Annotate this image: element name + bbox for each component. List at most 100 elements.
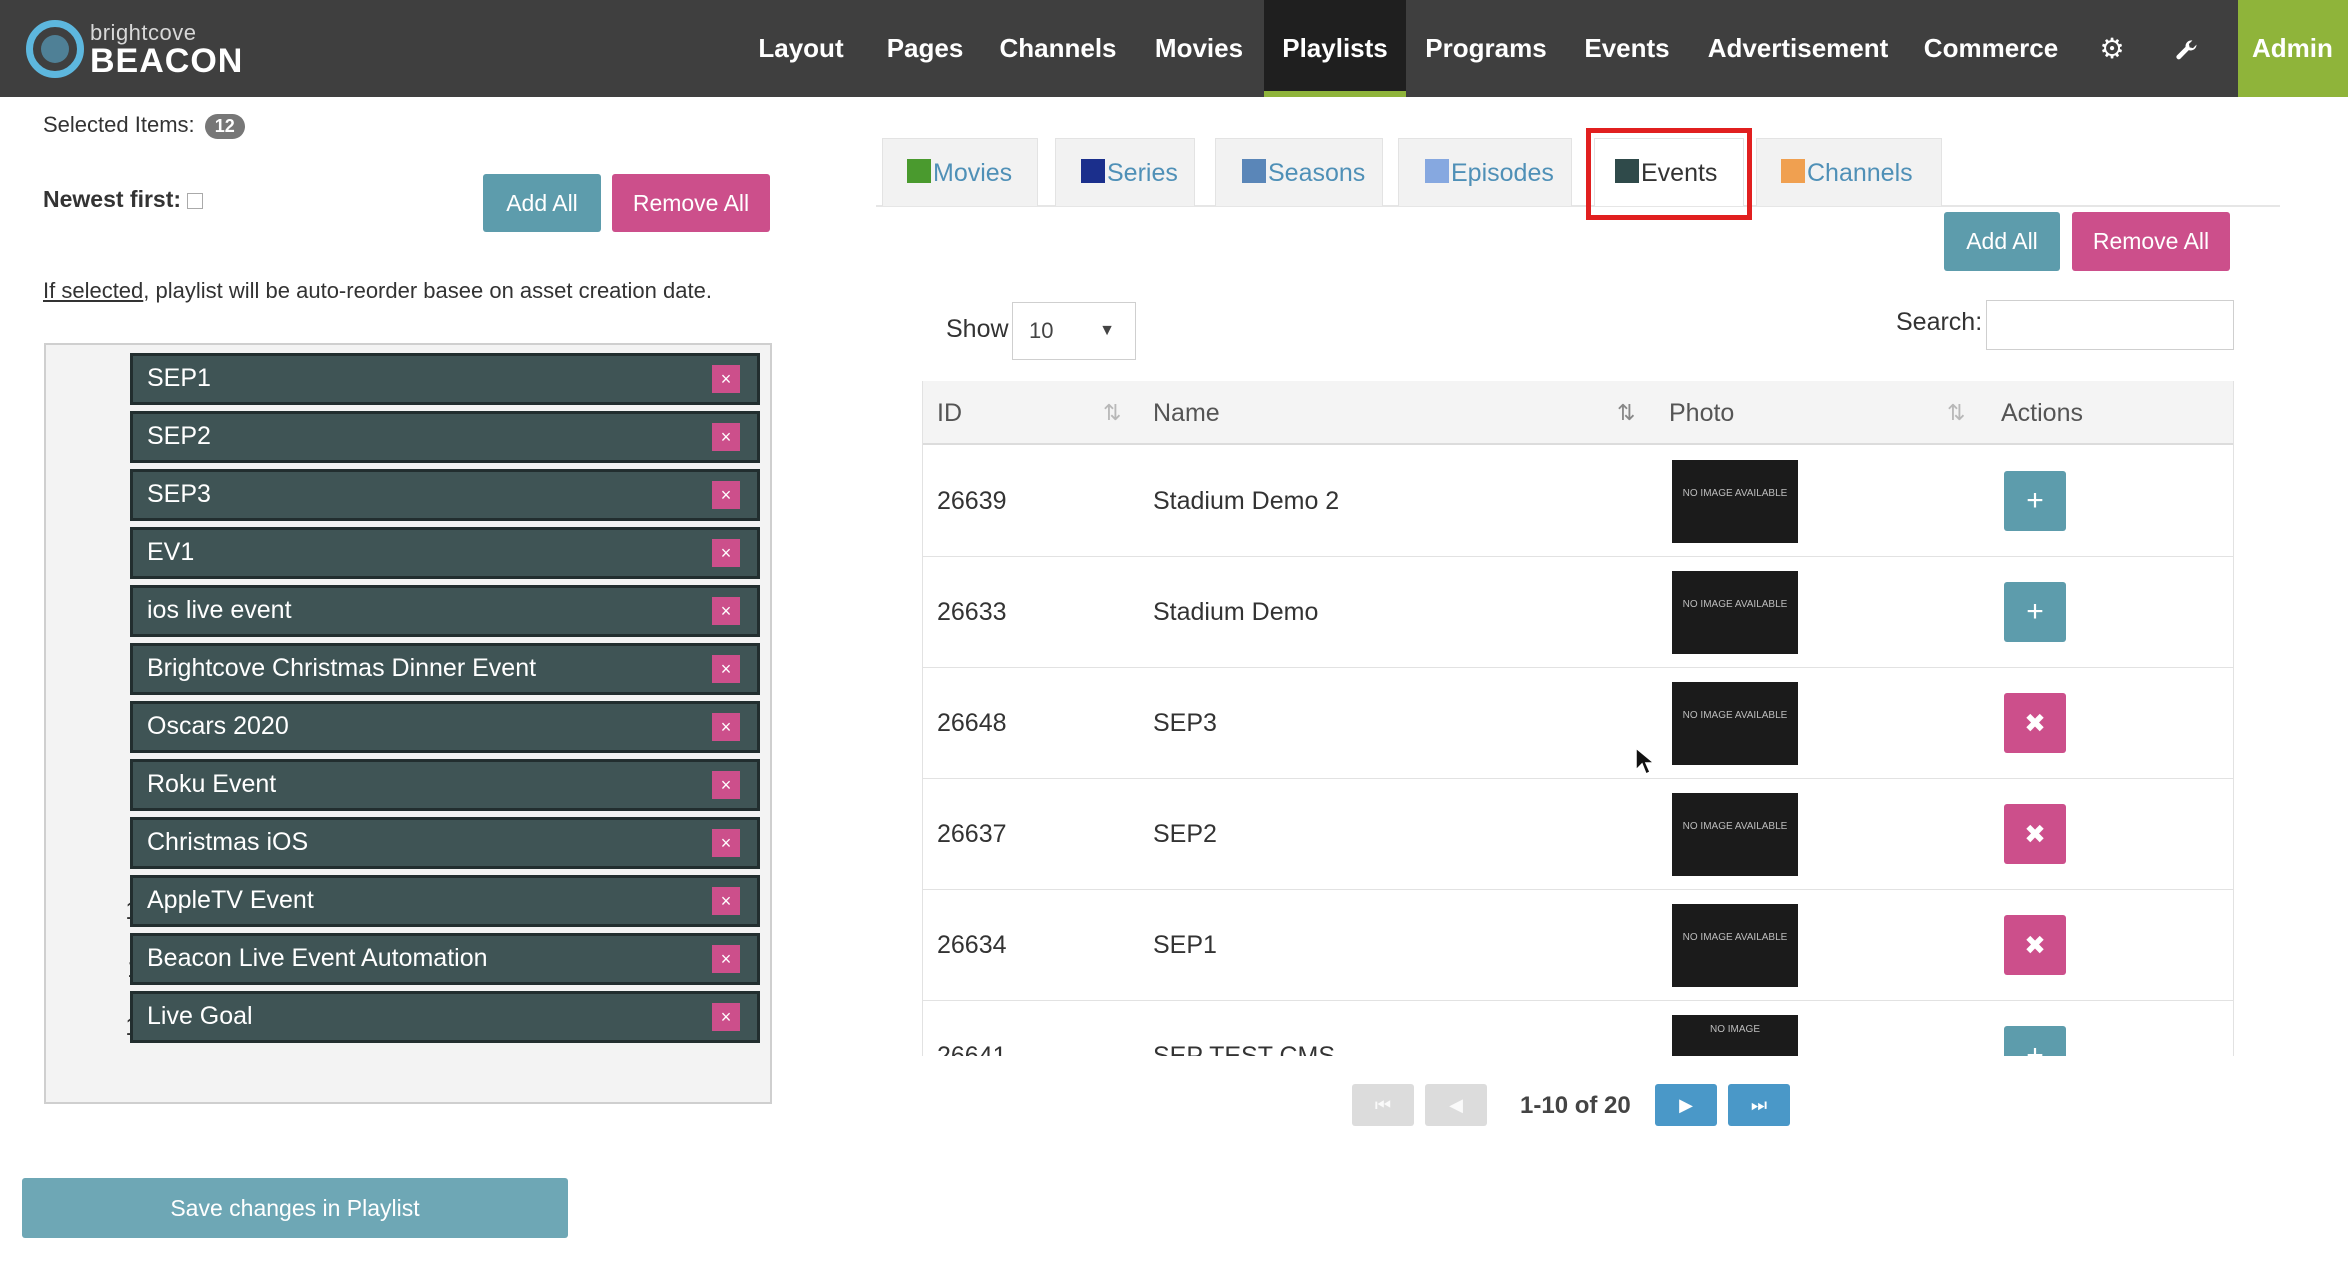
nav-item-events[interactable]: Events (1575, 0, 1679, 97)
nav-item-commerce[interactable]: Commerce (1918, 0, 2064, 97)
list-item[interactable]: 1. SEP1× (46, 353, 774, 405)
beacon-logo-icon (26, 20, 84, 78)
nav-item-advertisement[interactable]: Advertisement (1702, 0, 1894, 97)
right-add-all-button[interactable]: Add All (1944, 212, 2060, 271)
no-image-thumbnail: NO IMAGE AVAILABLE (1672, 793, 1798, 876)
remove-item-icon[interactable]: × (712, 423, 740, 451)
remove-item-icon[interactable]: × (712, 539, 740, 567)
list-item-card[interactable]: Beacon Live Event Automation × (130, 933, 760, 985)
list-item-card[interactable]: Christmas iOS × (130, 817, 760, 869)
list-item[interactable]: 4. EV1× (46, 527, 774, 579)
list-item[interactable]: 6. Brightcove Christmas Dinner Event× (46, 643, 774, 695)
next-page-button[interactable]: ▶ (1655, 1084, 1717, 1126)
column-header-photo[interactable]: Photo (1669, 381, 1734, 445)
list-item-label: EV1 (147, 538, 195, 566)
list-item[interactable]: 8. Roku Event× (46, 759, 774, 811)
sort-icon[interactable]: ⇅ (1617, 381, 1635, 445)
list-item-label: Live Goal (147, 1002, 253, 1030)
prev-page-button[interactable]: ◀ (1425, 1084, 1487, 1126)
right-remove-all-button[interactable]: Remove All (2072, 212, 2230, 271)
list-item-card[interactable]: SEP1 × (130, 353, 760, 405)
list-item-label: Beacon Live Event Automation (147, 944, 488, 972)
remove-item-icon[interactable]: × (712, 771, 740, 799)
column-header-id[interactable]: ID (937, 381, 962, 445)
nav-item-playlists[interactable]: Playlists (1264, 0, 1406, 97)
brightcove-beacon-logo[interactable]: brightcove BEACON (26, 18, 242, 80)
list-item[interactable]: 12. Live Goal× (46, 991, 774, 1043)
list-item-card[interactable]: SEP2 × (130, 411, 760, 463)
left-add-all-button[interactable]: Add All (483, 174, 601, 232)
table-row: 26641 SEP TEST CMS NO IMAGE + (923, 1001, 2233, 1056)
chevron-down-icon: ▼ (1099, 322, 1115, 339)
remove-item-icon[interactable]: × (712, 829, 740, 857)
add-item-button[interactable]: + (2004, 1026, 2066, 1056)
list-item[interactable]: 10. AppleTV Event× (46, 875, 774, 927)
table-row: 26634 SEP1 NO IMAGE AVAILABLE ✖ (923, 890, 2233, 1001)
list-item-label: SEP1 (147, 364, 211, 392)
first-page-button[interactable]: ⏮ (1352, 1084, 1414, 1126)
sort-icon[interactable]: ⇅ (1947, 381, 1965, 445)
row-id: 26641 (937, 1042, 1007, 1056)
row-id: 26633 (937, 598, 1007, 626)
pagination-info: 1-10 of 20 (1520, 1092, 1631, 1119)
list-item-card[interactable]: AppleTV Event × (130, 875, 760, 927)
list-item-card[interactable]: Oscars 2020 × (130, 701, 760, 753)
list-item-card[interactable]: Brightcove Christmas Dinner Event × (130, 643, 760, 695)
wrench-icon[interactable] (2166, 0, 2206, 97)
last-page-button[interactable]: ⏭ (1728, 1084, 1790, 1126)
remove-item-icon[interactable]: × (712, 713, 740, 741)
list-item[interactable]: 3. SEP3× (46, 469, 774, 521)
hint-link[interactable]: If selected (43, 278, 143, 303)
list-item[interactable]: 7. Oscars 2020× (46, 701, 774, 753)
add-item-button[interactable]: + (2004, 471, 2066, 531)
no-image-thumbnail: NO IMAGE AVAILABLE (1672, 682, 1798, 765)
list-item-label: ios live event (147, 596, 292, 624)
remove-item-button[interactable]: ✖ (2004, 693, 2066, 753)
tab-episodes[interactable]: Episodes (1398, 138, 1572, 206)
add-item-button[interactable]: + (2004, 582, 2066, 642)
nav-item-layout[interactable]: Layout (745, 0, 857, 97)
remove-item-icon[interactable]: × (712, 1003, 740, 1031)
nav-item-programs[interactable]: Programs (1420, 0, 1552, 97)
sort-icon[interactable]: ⇅ (1103, 381, 1121, 445)
nav-item-movies[interactable]: Movies (1143, 0, 1255, 97)
series-swatch-icon (1081, 159, 1105, 183)
remove-item-button[interactable]: ✖ (2004, 804, 2066, 864)
list-item-label: AppleTV Event (147, 886, 314, 914)
list-item-card[interactable]: SEP3 × (130, 469, 760, 521)
list-item[interactable]: 2. SEP2× (46, 411, 774, 463)
nav-item-pages[interactable]: Pages (877, 0, 973, 97)
list-item[interactable]: 5. ios live event× (46, 585, 774, 637)
list-item-card[interactable]: ios live event × (130, 585, 760, 637)
list-item[interactable]: 9. Christmas iOS× (46, 817, 774, 869)
tab-movies[interactable]: Movies (882, 138, 1038, 206)
left-remove-all-button[interactable]: Remove All (612, 174, 770, 232)
remove-item-icon[interactable]: × (712, 887, 740, 915)
remove-item-button[interactable]: ✖ (2004, 915, 2066, 975)
remove-item-icon[interactable]: × (712, 655, 740, 683)
newest-first-checkbox[interactable] (187, 192, 204, 209)
list-item-card[interactable]: EV1 × (130, 527, 760, 579)
list-item-card[interactable]: Roku Event × (130, 759, 760, 811)
list-item-card[interactable]: Live Goal × (130, 991, 760, 1043)
tab-channels[interactable]: Channels (1756, 138, 1942, 206)
remove-item-icon[interactable]: × (712, 597, 740, 625)
tab-events[interactable]: Events (1594, 138, 1744, 206)
column-header-name[interactable]: Name (1153, 381, 1220, 445)
selected-count-badge: 12 (204, 114, 245, 139)
admin-menu[interactable]: Admin (2238, 0, 2348, 97)
row-id: 26639 (937, 487, 1007, 515)
remove-item-icon[interactable]: × (712, 945, 740, 973)
remove-item-icon[interactable]: × (712, 481, 740, 509)
nav-item-channels[interactable]: Channels (993, 0, 1123, 97)
table-row: 26637 SEP2 NO IMAGE AVAILABLE ✖ (923, 779, 2233, 890)
tab-seasons[interactable]: Seasons (1215, 138, 1383, 206)
page-size-select[interactable]: 10 ▼ (1012, 302, 1136, 360)
save-playlist-button[interactable]: Save changes in Playlist (22, 1178, 568, 1238)
gear-icon[interactable]: ⚙ (2092, 0, 2132, 97)
list-item-label: Brightcove Christmas Dinner Event (147, 654, 537, 682)
remove-item-icon[interactable]: × (712, 365, 740, 393)
search-input[interactable] (1986, 300, 2234, 350)
tab-series[interactable]: Series (1055, 138, 1195, 206)
list-item[interactable]: 11. Beacon Live Event Automation× (46, 933, 774, 985)
